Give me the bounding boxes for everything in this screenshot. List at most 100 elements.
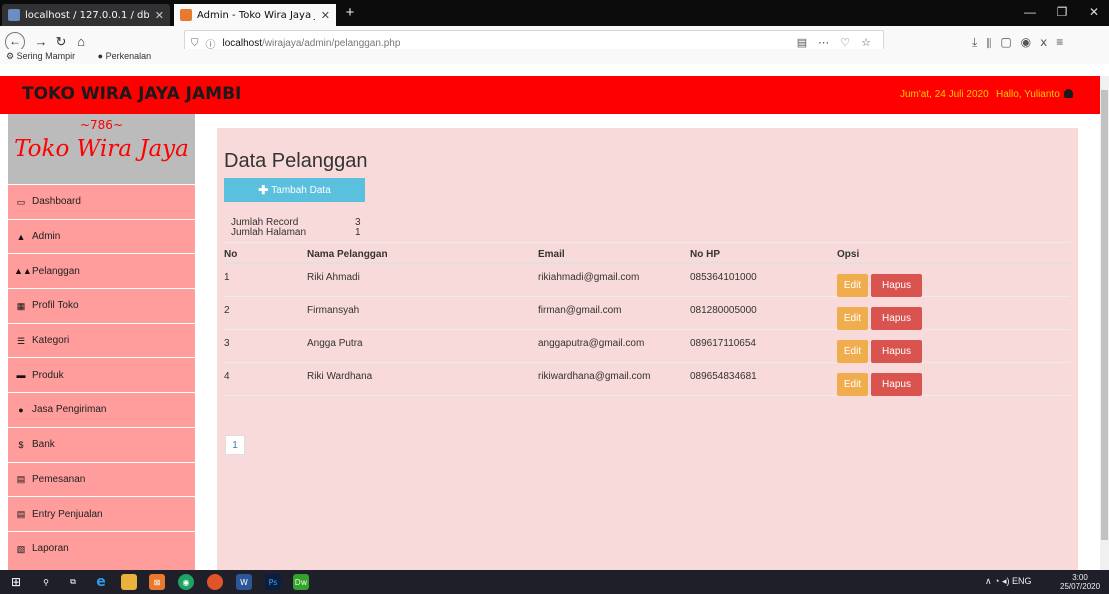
file-explorer-icon[interactable] (121, 574, 137, 590)
cell-no: 1 (224, 272, 230, 283)
word-icon[interactable]: W (236, 574, 252, 590)
sidebar-item-label: Pemesanan (32, 473, 86, 485)
table-row: 3 Angga Putra anggaputra@gmail.com 08961711… (224, 330, 1070, 363)
minimize-icon[interactable]: — (1015, 5, 1045, 19)
list-icon: ☰ (16, 335, 26, 346)
sidebar-item-produk[interactable]: ▬ Produk (8, 357, 195, 392)
edit-button[interactable]: Edit (837, 373, 868, 396)
page-actions-icon[interactable]: ▤ ⋯ ♡ ☆ (797, 36, 875, 49)
stat-label: Jumlah Halaman (231, 227, 307, 238)
sidebar-item-profil-toko[interactable]: ▦ Profil Toko (8, 288, 195, 323)
browser-tab-phpmyadmin[interactable]: localhost / 127.0.0.1 / db_hami ✕ (2, 4, 170, 26)
logo-title: Toko Wira Jaya (14, 136, 189, 162)
sidebar-item-pelanggan[interactable]: ▲▲ Pelanggan (8, 253, 195, 288)
customer-table: No Nama Pelanggan Email No HP Opsi 1 Riki… (224, 242, 1070, 396)
edge-icon[interactable]: e (93, 574, 109, 590)
table-row: 2 Firmansyah firman@gmail.com 081280005000 E… (224, 297, 1070, 330)
folder-icon: ▬ (16, 370, 26, 381)
browser-tab-admin[interactable]: Admin - Toko Wira Jaya Jambi ✕ (174, 4, 336, 26)
url-path: /wirajaya/admin/pelanggan.php (261, 37, 401, 49)
toolbar-icons[interactable]: ⤓⫴▢◉ⅹ≡ (972, 35, 1072, 50)
column-header-email: Email (538, 249, 565, 260)
xampp-icon[interactable]: ⊠ (149, 574, 165, 590)
delete-button[interactable]: Hapus (871, 340, 922, 363)
user-icon (1063, 89, 1073, 98)
cell-email: rikiwardhana@gmail.com (538, 371, 651, 382)
delete-button[interactable]: Hapus (871, 373, 922, 396)
card-icon: ▤ (16, 509, 26, 520)
file-icon: ▧ (16, 543, 26, 554)
scrollbar-thumb[interactable] (1101, 90, 1108, 540)
sidebar-item-label: Jasa Pengiriman (32, 404, 107, 416)
tab-close-icon[interactable]: ✕ (155, 9, 164, 22)
system-clock[interactable]: 3:00 25/07/2020 (1060, 573, 1100, 591)
top-header: TOKO WIRA JAYA JAMBI Jum'at, 24 Juli 202… (0, 76, 1100, 114)
stat-value: 1 (355, 227, 361, 238)
site-favicon-icon (180, 9, 192, 21)
brand-title[interactable]: TOKO WIRA JAYA JAMBI (22, 84, 241, 104)
sidebar-item-label: Kategori (32, 335, 70, 347)
cell-no: 4 (224, 371, 230, 382)
sidebar-item-jasa-pengiriman[interactable]: ● Jasa Pengiriman (8, 392, 195, 427)
sidebar-item-label: Pelanggan (32, 265, 80, 277)
system-tray[interactable]: ∧ ◔ ◂) ENG (985, 576, 1032, 587)
column-header-nama: Nama Pelanggan (307, 249, 388, 260)
user-greeting[interactable]: Hallo, Yulianto (996, 89, 1073, 100)
chrome-icon[interactable]: ◉ (178, 574, 194, 590)
reload-icon[interactable]: ↻ (52, 34, 70, 50)
add-data-button[interactable]: ✚ Tambah Data (224, 178, 365, 202)
sidebar-item-label: Bank (32, 439, 55, 451)
cell-hp: 081280005000 (690, 305, 757, 316)
sidebar-item-laporan[interactable]: ▧ Laporan (8, 530, 195, 566)
task-view-icon[interactable]: ⧉ (65, 574, 81, 590)
sidebar-item-admin[interactable]: ▲ Admin (8, 218, 195, 254)
cell-no: 2 (224, 305, 230, 316)
stat-page-count: Jumlah Halaman 1 (231, 228, 381, 238)
new-tab-icon[interactable]: + (340, 4, 360, 21)
forward-icon[interactable]: → (32, 34, 50, 49)
shield-icon: ⛉ (191, 37, 199, 49)
table-row: 4 Riki Wardhana rikiwardhana@gmail.com 0896… (224, 363, 1070, 396)
page-title: Data Pelanggan (224, 150, 368, 172)
edit-button[interactable]: Edit (837, 274, 868, 297)
sidebar-item-bank[interactable]: $ Bank (8, 426, 195, 462)
bookmark-sering-mampir[interactable]: ⚙ Sering Mampir (6, 51, 85, 61)
restore-icon[interactable]: ❐ (1047, 5, 1077, 19)
sidebar-item-dashboard[interactable]: ▭ Dashboard (8, 184, 195, 219)
cell-nama: Riki Wardhana (307, 371, 373, 382)
user-icon: ▲ (16, 231, 26, 242)
pagination-page-1[interactable]: 1 (225, 435, 245, 455)
delete-button[interactable]: Hapus (871, 274, 922, 297)
dollar-icon: $ (18, 439, 24, 450)
tab-close-icon[interactable]: ✕ (321, 9, 330, 22)
sidebar-item-entry-penjualan[interactable]: ▤ Entry Penjualan (8, 496, 195, 531)
sidebar-item-label: Laporan (32, 543, 69, 555)
sidebar-item-kategori[interactable]: ☰ Kategori (8, 322, 195, 358)
search-icon[interactable]: ⚲ (38, 574, 54, 590)
cell-email: firman@gmail.com (538, 305, 622, 316)
sidebar-item-pemesanan[interactable]: ▤ Pemesanan (8, 461, 195, 497)
windows-start-icon[interactable]: ⊞ (8, 574, 24, 590)
column-header-no: No (224, 249, 238, 260)
sidebar-item-label: Admin (32, 231, 61, 243)
firefox-icon[interactable] (207, 574, 223, 590)
edit-button[interactable]: Edit (837, 307, 868, 330)
bookmark-label: Perkenalan (105, 51, 152, 61)
cell-nama: Riki Ahmadi (307, 272, 360, 283)
cell-hp: 089654834681 (690, 371, 757, 382)
page-scrollbar[interactable] (1100, 76, 1109, 570)
delete-button[interactable]: Hapus (871, 307, 922, 330)
edit-button[interactable]: Edit (837, 340, 868, 363)
close-window-icon[interactable]: ✕ (1079, 5, 1109, 19)
cell-nama: Angga Putra (307, 338, 363, 349)
home-icon[interactable]: ⌂ (72, 34, 90, 49)
bookmark-perkenalan[interactable]: ● Perkenalan (98, 51, 161, 61)
browser-tabbar: localhost / 127.0.0.1 / db_hami ✕ Admin … (0, 0, 1109, 26)
photoshop-icon[interactable]: Ps (265, 574, 281, 590)
store-logo: ~786~ Toko Wira Jaya (8, 114, 195, 184)
column-header-opsi: Opsi (837, 249, 860, 260)
bookmarks-bar: ⚙ Sering Mampir ● Perkenalan (0, 49, 1109, 64)
dreamweaver-icon[interactable]: Dw (293, 574, 309, 590)
sidebar-item-label: Dashboard (32, 196, 81, 208)
add-data-label: Tambah Data (271, 184, 331, 196)
